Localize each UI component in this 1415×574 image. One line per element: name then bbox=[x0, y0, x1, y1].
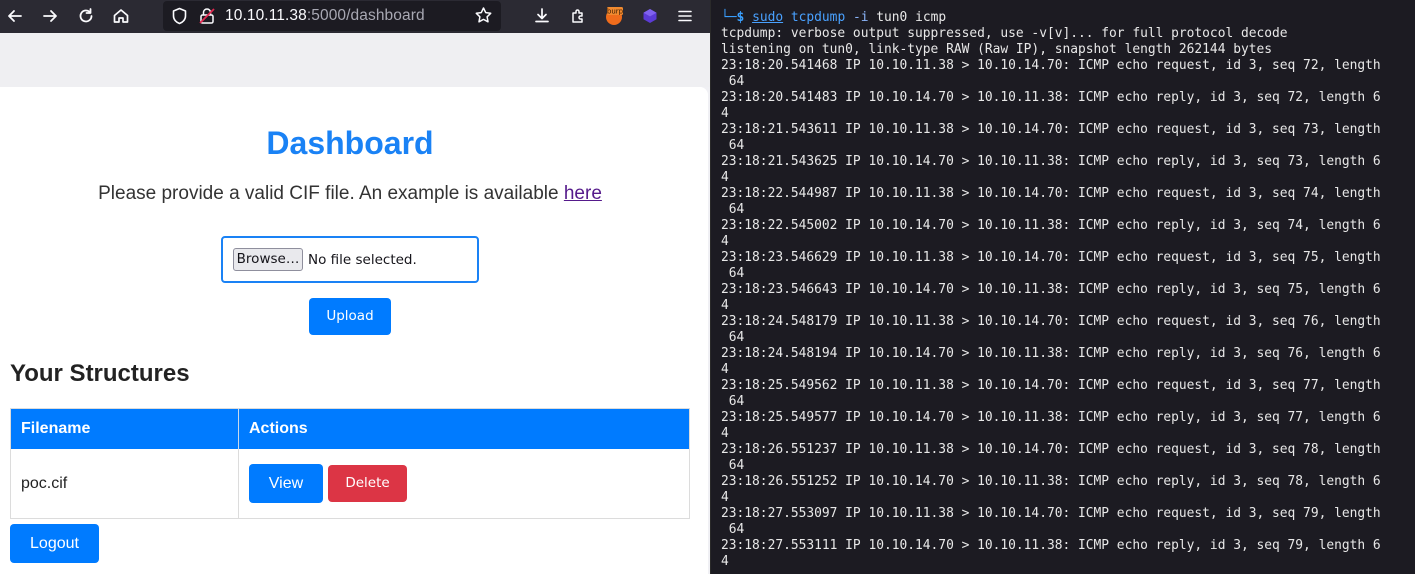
terminal-line: 4 bbox=[721, 170, 729, 185]
command-program: tcpdump bbox=[790, 10, 846, 25]
file-status: No file selected. bbox=[308, 252, 417, 268]
back-icon[interactable] bbox=[4, 5, 26, 27]
terminal-line: 4 bbox=[721, 490, 729, 505]
terminal-line: 23:18:24.548194 IP 10.10.14.70 > 10.10.1… bbox=[721, 346, 1381, 361]
url-bar[interactable]: 10.10.11.38:5000/dashboard bbox=[163, 1, 501, 31]
prompt-symbol: └─$ bbox=[721, 10, 745, 25]
structures-heading: Your Structures bbox=[10, 360, 190, 387]
terminal-line: 4 bbox=[721, 426, 729, 441]
delete-button[interactable]: Delete bbox=[328, 465, 407, 502]
tracking-protection-icon[interactable] bbox=[171, 7, 188, 30]
forward-icon[interactable] bbox=[39, 5, 61, 27]
bookmark-star-icon[interactable] bbox=[474, 6, 493, 30]
browser-window: 10.10.11.38:5000/dashboard burp Dashboar… bbox=[0, 0, 710, 574]
terminal-line: 23:18:23.546629 IP 10.10.11.38 > 10.10.1… bbox=[721, 250, 1381, 265]
page-top-strip bbox=[0, 33, 710, 87]
command-args: tun0 icmp bbox=[876, 10, 947, 25]
terminal-line: listening on tun0, link-type RAW (Raw IP… bbox=[721, 42, 1273, 57]
subtitle-text: Please provide a valid CIF file. An exam… bbox=[98, 183, 559, 204]
url-host: 10.10.11.38 bbox=[225, 7, 307, 24]
url-text: 10.10.11.38:5000/dashboard bbox=[225, 7, 425, 25]
menu-icon[interactable] bbox=[674, 5, 696, 27]
logout-button[interactable]: Logout bbox=[10, 524, 99, 563]
tcpdump-output: tcpdump: verbose output suppressed, use … bbox=[721, 26, 1381, 570]
terminal-line: 64 bbox=[721, 330, 745, 345]
view-button[interactable]: View bbox=[249, 464, 323, 503]
terminal-line: 23:18:20.541483 IP 10.10.14.70 > 10.10.1… bbox=[721, 90, 1381, 105]
terminal-line: 64 bbox=[721, 394, 745, 409]
command-option: -i bbox=[852, 10, 869, 25]
extensions-icon[interactable] bbox=[567, 5, 589, 27]
burp-badge-text: burp bbox=[607, 8, 624, 16]
page-title: Dashboard bbox=[266, 125, 434, 161]
table-header: Filename Actions bbox=[11, 409, 689, 449]
terminal-line: 23:18:22.545002 IP 10.10.14.70 > 10.10.1… bbox=[721, 218, 1381, 233]
terminal-line: 23:18:20.541468 IP 10.10.11.38 > 10.10.1… bbox=[721, 58, 1381, 73]
file-input[interactable]: Browse… No file selected. bbox=[221, 236, 479, 283]
terminal-window[interactable]: └─$ sudo tcpdump -i tun0 icmp tcpdump: ve… bbox=[710, 0, 1415, 574]
insecure-lock-icon[interactable] bbox=[199, 7, 215, 30]
cell-filename: poc.cif bbox=[21, 475, 68, 492]
terminal-line: 23:18:25.549562 IP 10.10.11.38 > 10.10.1… bbox=[721, 378, 1381, 393]
page-subtitle: Please provide a valid CIF file. An exam… bbox=[0, 183, 700, 205]
terminal-line: 64 bbox=[721, 74, 745, 89]
terminal-line: 64 bbox=[721, 522, 745, 537]
terminal-line: 23:18:23.546643 IP 10.10.14.70 > 10.10.1… bbox=[721, 282, 1381, 297]
terminal-line: 64 bbox=[721, 202, 745, 217]
terminal-line: 23:18:27.553111 IP 10.10.14.70 > 10.10.1… bbox=[721, 538, 1381, 553]
cube-extension-icon[interactable] bbox=[639, 5, 661, 27]
browse-button[interactable]: Browse… bbox=[233, 248, 303, 271]
terminal-line: 23:18:24.548179 IP 10.10.11.38 > 10.10.1… bbox=[721, 314, 1381, 329]
terminal-line: 23:18:22.544987 IP 10.10.11.38 > 10.10.1… bbox=[721, 186, 1381, 201]
cell-divider bbox=[238, 449, 239, 518]
terminal-line: 64 bbox=[721, 266, 745, 281]
terminal-line: tcpdump: verbose output suppressed, use … bbox=[721, 26, 1288, 41]
terminal-line: 4 bbox=[721, 554, 729, 569]
command-sudo: sudo bbox=[752, 10, 784, 25]
terminal-line: 23:18:21.543625 IP 10.10.14.70 > 10.10.1… bbox=[721, 154, 1381, 169]
burp-extension-icon[interactable]: burp bbox=[603, 5, 625, 27]
terminal-line: 64 bbox=[721, 138, 745, 153]
terminal-line: 23:18:25.549577 IP 10.10.14.70 > 10.10.1… bbox=[721, 410, 1381, 425]
terminal-line: 23:18:21.543611 IP 10.10.11.38 > 10.10.1… bbox=[721, 122, 1381, 137]
structures-table: Filename Actions poc.cif bbox=[10, 408, 690, 519]
upload-button[interactable]: Upload bbox=[309, 298, 391, 335]
terminal-line: 23:18:26.551237 IP 10.10.11.38 > 10.10.1… bbox=[721, 442, 1381, 457]
downloads-icon[interactable] bbox=[531, 5, 553, 27]
terminal-line: 4 bbox=[721, 362, 729, 377]
command-line: └─$ sudo tcpdump -i tun0 icmp bbox=[721, 10, 1381, 26]
reload-icon[interactable] bbox=[75, 5, 97, 27]
example-link[interactable]: here bbox=[564, 183, 602, 204]
terminal-line: 4 bbox=[721, 234, 729, 249]
terminal-line: 4 bbox=[721, 298, 729, 313]
browser-toolbar: 10.10.11.38:5000/dashboard burp bbox=[0, 0, 710, 33]
terminal-line: 23:18:27.553097 IP 10.10.11.38 > 10.10.1… bbox=[721, 506, 1381, 521]
header-filename: Filename bbox=[11, 409, 239, 449]
terminal-output: └─$ sudo tcpdump -i tun0 icmp tcpdump: ve… bbox=[721, 10, 1381, 570]
terminal-line: 4 bbox=[721, 106, 729, 121]
home-icon[interactable] bbox=[110, 5, 132, 27]
url-path: :5000/dashboard bbox=[306, 7, 425, 24]
header-actions: Actions bbox=[249, 420, 308, 437]
terminal-line: 23:18:26.551252 IP 10.10.14.70 > 10.10.1… bbox=[721, 474, 1381, 489]
terminal-line: 64 bbox=[721, 458, 745, 473]
